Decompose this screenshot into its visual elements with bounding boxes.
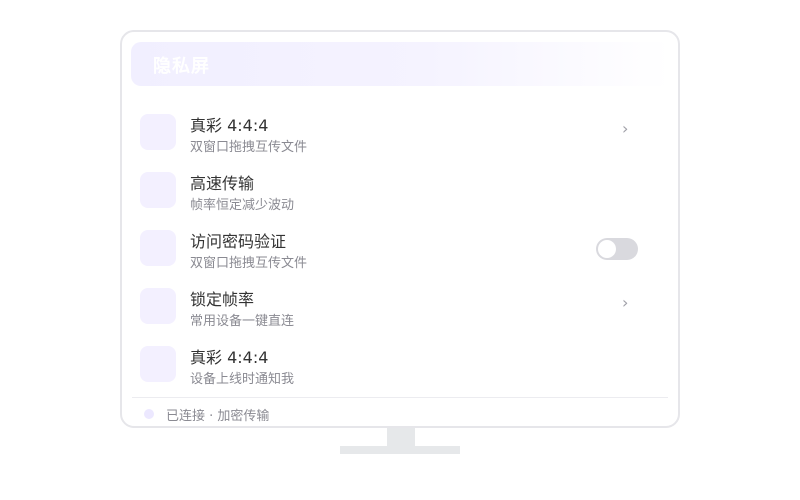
page-title: 隐私屏 [153,56,210,77]
status-dot-icon [144,409,154,419]
settings-item-title: 真彩 4:4:4 [190,116,269,135]
settings-item-high-speed[interactable]: 高速传输 帧率恒定减少波动 [122,160,678,218]
setting-icon [140,230,176,266]
stage: 隐私屏 真彩 4:4:4 双窗口拖拽互传文件 › 高速传输 帧率恒定减少波动 访… [0,0,800,500]
monitor-frame: 隐私屏 真彩 4:4:4 双窗口拖拽互传文件 › 高速传输 帧率恒定减少波动 访… [120,30,680,428]
settings-item-true-color-notify[interactable]: 真彩 4:4:4 设备上线时通知我 [122,334,678,392]
settings-list: 真彩 4:4:4 双窗口拖拽互传文件 › 高速传输 帧率恒定减少波动 访问密码验… [122,102,678,392]
setting-icon [140,172,176,208]
settings-item-title: 锁定帧率 [190,290,255,309]
settings-item-lock-framerate[interactable]: 锁定帧率 常用设备一键直连 › [122,276,678,334]
setting-icon [140,288,176,324]
chevron-right-icon[interactable]: › [622,293,628,312]
settings-item-subtitle: 双窗口拖拽互传文件 [190,256,308,271]
status-footer: 已连接 · 加密传输 [132,397,668,426]
chevron-right-icon[interactable]: › [622,119,628,138]
settings-item-subtitle: 双窗口拖拽互传文件 [190,140,308,155]
connection-status: 已连接 · 加密传输 [166,409,270,424]
setting-icon [140,114,176,150]
monitor-stand-neck [387,428,415,446]
settings-item-password[interactable]: 访问密码验证 双窗口拖拽互传文件 [122,218,678,276]
header-bar: 隐私屏 [131,42,671,86]
settings-item-subtitle: 帧率恒定减少波动 [190,198,295,213]
toggle-knob [598,240,616,258]
settings-item-title: 访问密码验证 [190,232,287,251]
settings-item-subtitle: 设备上线时通知我 [190,372,295,387]
setting-icon [140,346,176,382]
monitor-stand-base [340,446,460,454]
settings-item-subtitle: 常用设备一键直连 [190,314,295,329]
settings-item-title: 真彩 4:4:4 [190,348,269,367]
settings-item-title: 高速传输 [190,174,255,193]
settings-item-true-color[interactable]: 真彩 4:4:4 双窗口拖拽互传文件 › [122,102,678,160]
password-toggle[interactable] [596,238,638,260]
